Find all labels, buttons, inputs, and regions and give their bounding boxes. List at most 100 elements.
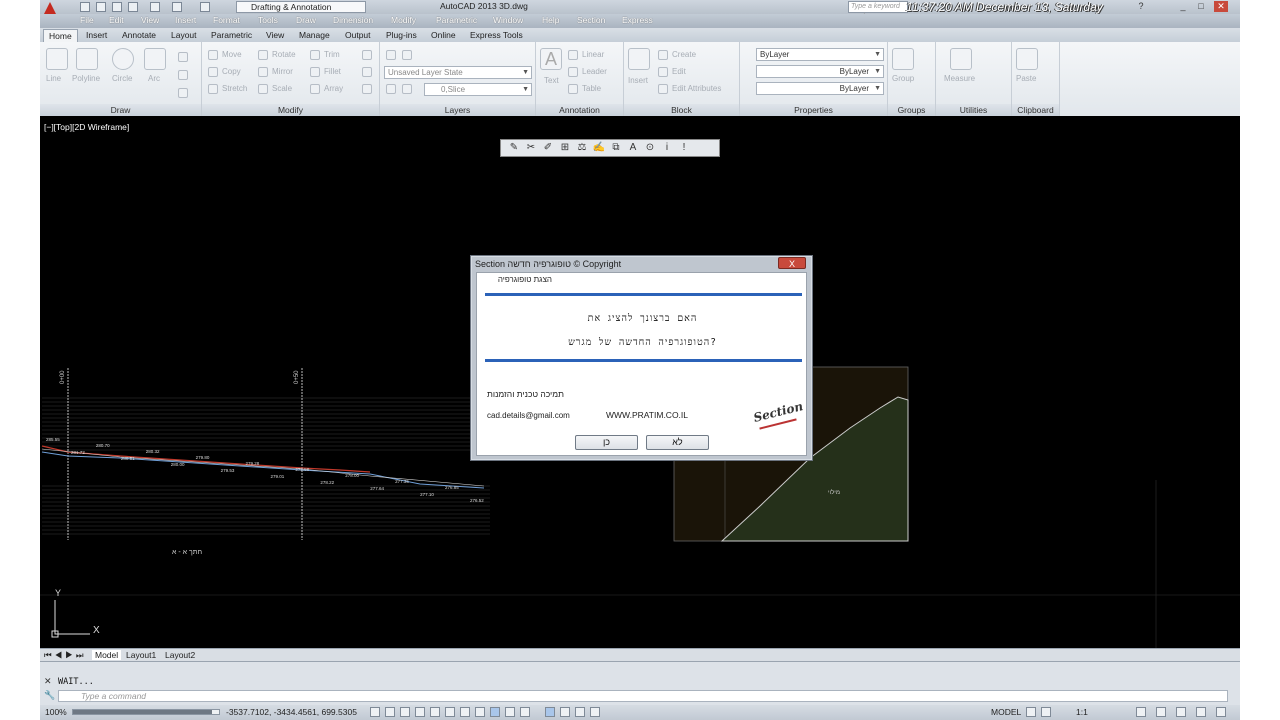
dynamic-ucs-icon[interactable]: [490, 707, 500, 717]
info-icon[interactable]: i: [660, 141, 674, 155]
fillet-icon[interactable]: [310, 67, 320, 77]
no-button[interactable]: לא: [646, 435, 709, 450]
edit-label[interactable]: Edit: [672, 67, 686, 76]
tab-layout1[interactable]: Layout1: [126, 650, 156, 660]
warning-icon[interactable]: !: [677, 141, 691, 155]
quick-view-layouts-icon[interactable]: [1026, 707, 1036, 717]
rectangle-icon[interactable]: [178, 52, 188, 62]
3d-object-snap-icon[interactable]: [460, 707, 470, 717]
line-label[interactable]: Line: [46, 74, 61, 83]
linetype-select[interactable]: ByLayer ▼: [756, 65, 884, 78]
gradient-icon[interactable]: [178, 88, 188, 98]
text-label[interactable]: Text: [544, 76, 559, 85]
text-icon[interactable]: A: [540, 48, 562, 70]
circle-label[interactable]: Circle: [112, 74, 132, 83]
coordinates-readout[interactable]: -3537.7102, -3434.4561, 699.5305: [226, 707, 357, 717]
edit-attributes-label[interactable]: Edit Attributes: [672, 84, 721, 93]
scale-label[interactable]: Scale: [272, 84, 292, 93]
erase-icon[interactable]: [362, 50, 372, 60]
transparency-icon[interactable]: [545, 707, 555, 717]
cut-icon[interactable]: ✂: [524, 141, 538, 155]
paste-label[interactable]: Paste: [1016, 74, 1036, 83]
quick-view-drawings-icon[interactable]: [1041, 707, 1051, 717]
menu-file[interactable]: File: [80, 15, 94, 25]
arc-label[interactable]: Arc: [148, 74, 160, 83]
tab-online[interactable]: Online: [426, 29, 461, 42]
clipboard-panel-title[interactable]: Clipboard: [1012, 104, 1059, 116]
text-style-icon[interactable]: A: [626, 141, 640, 155]
grid-display-icon[interactable]: [400, 707, 410, 717]
offset-icon[interactable]: [362, 84, 372, 94]
array-label[interactable]: Array: [324, 84, 343, 93]
menu-draw[interactable]: Draw: [296, 15, 316, 25]
dynamic-input-icon[interactable]: [505, 707, 515, 717]
group-label[interactable]: Group: [892, 74, 914, 83]
workspace-switching-icon[interactable]: [1136, 707, 1146, 717]
tab-navigation-arrows[interactable]: ⏮◀▶⏭: [44, 650, 86, 661]
wrench-icon[interactable]: 🔧: [44, 690, 55, 701]
table-icon[interactable]: [568, 84, 578, 94]
menu-dimension[interactable]: Dimension: [333, 15, 373, 25]
command-input[interactable]: Type a command: [58, 690, 1228, 702]
copy-frame-icon[interactable]: ⧉: [609, 141, 623, 155]
menu-tools[interactable]: Tools: [258, 15, 278, 25]
menu-window[interactable]: Window: [493, 15, 523, 25]
line-icon[interactable]: [46, 48, 68, 70]
draw-panel-title[interactable]: Draw: [40, 104, 201, 116]
linear-icon[interactable]: [568, 50, 578, 60]
target-icon[interactable]: ⊙: [643, 141, 657, 155]
tab-output[interactable]: Output: [340, 29, 376, 42]
edit-attributes-icon[interactable]: [658, 84, 668, 94]
website-link[interactable]: WWW.PRATIM.CO.IL: [606, 410, 688, 420]
object-snap-icon[interactable]: [445, 707, 455, 717]
tab-insert[interactable]: Insert: [81, 29, 112, 42]
groups-panel-title[interactable]: Groups: [888, 104, 935, 116]
measure-label[interactable]: Measure: [944, 74, 975, 83]
edit-icon[interactable]: ✐: [541, 141, 555, 155]
snap-mode-icon[interactable]: [385, 707, 395, 717]
lineweight-icon[interactable]: [520, 707, 530, 717]
rotate-label[interactable]: Rotate: [272, 50, 296, 59]
insert-label[interactable]: Insert: [628, 76, 648, 85]
menu-format[interactable]: Format: [213, 15, 240, 25]
stretch-icon[interactable]: [208, 84, 218, 94]
dialog-close-button[interactable]: X: [778, 257, 806, 269]
copy-label[interactable]: Copy: [222, 67, 241, 76]
circle-icon[interactable]: [112, 48, 134, 70]
mirror-icon[interactable]: [258, 67, 268, 77]
object-snap-tracking-icon[interactable]: [475, 707, 485, 717]
isolate-objects-icon[interactable]: [1196, 707, 1206, 717]
menu-help[interactable]: Help: [542, 15, 559, 25]
tab-home[interactable]: Home: [43, 29, 78, 42]
minimize-button[interactable]: _: [1176, 1, 1190, 12]
search-input[interactable]: Type a keyword or phrase: [848, 1, 908, 20]
arc-icon[interactable]: [144, 48, 166, 70]
menu-edit[interactable]: Edit: [109, 15, 124, 25]
fillet-label[interactable]: Fillet: [324, 67, 341, 76]
table-label[interactable]: Table: [582, 84, 601, 93]
new-icon[interactable]: [80, 2, 90, 12]
hatch-icon[interactable]: [178, 70, 188, 80]
edit-block-icon[interactable]: [658, 67, 668, 77]
paste-icon[interactable]: [1016, 48, 1038, 70]
menu-express[interactable]: Express: [622, 15, 653, 25]
tab-view[interactable]: View: [261, 29, 289, 42]
modify-panel-title[interactable]: Modify: [202, 104, 379, 116]
layer-isolate-icon[interactable]: [386, 84, 396, 94]
yes-button[interactable]: כן: [575, 435, 638, 450]
open-icon[interactable]: [96, 2, 106, 12]
tab-plug-ins[interactable]: Plug-ins: [381, 29, 422, 42]
workspace-select[interactable]: Drafting & Annotation: [236, 1, 366, 13]
trim-icon[interactable]: [310, 50, 320, 60]
quick-properties-icon[interactable]: [560, 707, 570, 717]
move-label[interactable]: Move: [222, 50, 242, 59]
stretch-label[interactable]: Stretch: [222, 84, 247, 93]
grid-icon[interactable]: ⊞: [558, 141, 572, 155]
create-block-icon[interactable]: [658, 50, 668, 60]
annotation-monitor-icon[interactable]: [590, 707, 600, 717]
trim-label[interactable]: Trim: [324, 50, 340, 59]
linear-label[interactable]: Linear: [582, 50, 604, 59]
leader-icon[interactable]: [568, 67, 578, 77]
annotation-panel-title[interactable]: Annotation: [536, 104, 623, 116]
polyline-label[interactable]: Polyline: [72, 74, 100, 83]
